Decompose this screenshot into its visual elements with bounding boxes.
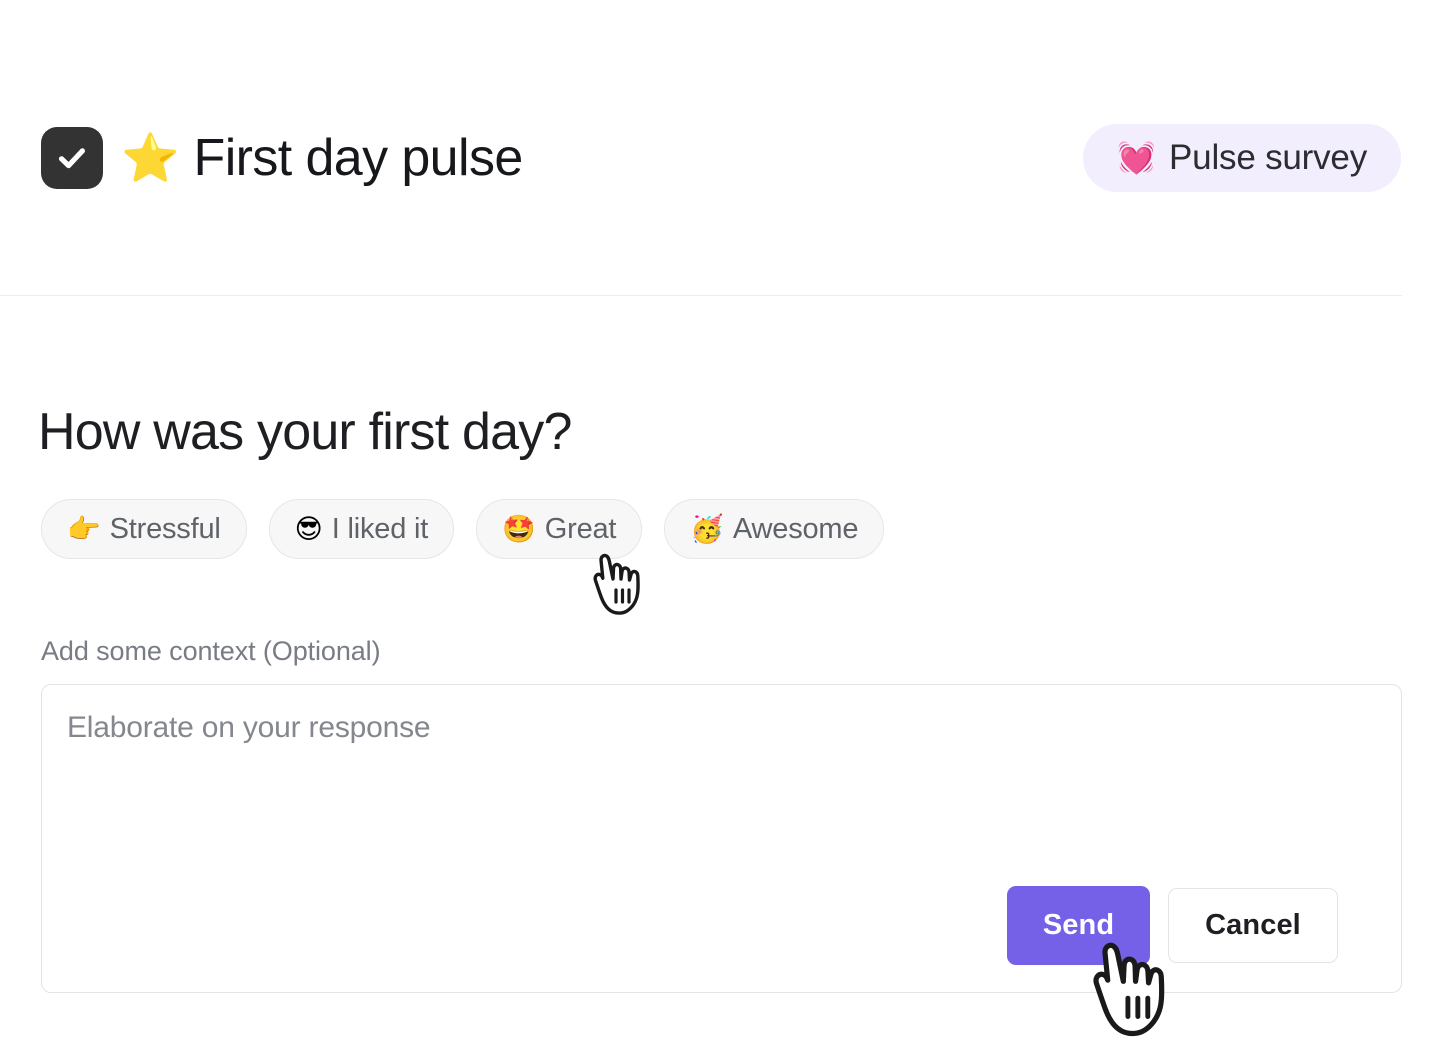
send-button[interactable]: Send [1007,886,1150,965]
survey-option-label: Stressful [109,512,221,545]
pointer-hand-cursor-icon [593,553,640,615]
context-textarea-placeholder: Elaborate on your response [67,711,431,744]
survey-option-i-liked-it[interactable]: 😎 I liked it [268,499,455,559]
survey-option-awesome[interactable]: 🥳 Awesome [664,499,885,559]
survey-option-great[interactable]: 🤩 Great [476,499,643,559]
beating-heart-icon: 💓 [1117,139,1157,176]
survey-option-label: Awesome [732,512,859,545]
pointing-right-icon: 👉 [67,513,101,545]
sunglasses-face-icon: 😎 [294,513,323,545]
survey-options: 👉 Stressful 😎 I liked it 🤩 Great 🥳 Aweso… [41,499,885,559]
page-title: First day pulse [193,128,524,187]
status-badge: 💓 Pulse survey [1083,124,1401,192]
header-divider [0,295,1402,296]
cancel-button[interactable]: Cancel [1168,888,1338,963]
checkbox-completed-icon[interactable] [41,127,103,189]
survey-question: How was your first day? [38,402,572,461]
star-icon: ⭐ [121,130,180,186]
header-content: ⭐ First day pulse 💓 Pulse survey [41,118,1401,198]
context-field-label: Add some context (Optional) [41,636,381,666]
status-badge-label: Pulse survey [1169,138,1367,177]
title-group: ⭐ First day pulse [41,127,523,189]
partying-face-icon: 🥳 [690,513,724,545]
action-buttons: Send Cancel [1007,886,1338,965]
survey-option-label: Great [544,512,617,545]
survey-option-stressful[interactable]: 👉 Stressful [41,499,247,559]
pulse-survey-page: ⭐ First day pulse 💓 Pulse survey How was… [0,0,1439,1048]
page-header: ⭐ First day pulse 💓 Pulse survey [0,0,1439,296]
survey-option-label: I liked it [331,512,429,545]
star-struck-face-icon: 🤩 [502,513,536,545]
